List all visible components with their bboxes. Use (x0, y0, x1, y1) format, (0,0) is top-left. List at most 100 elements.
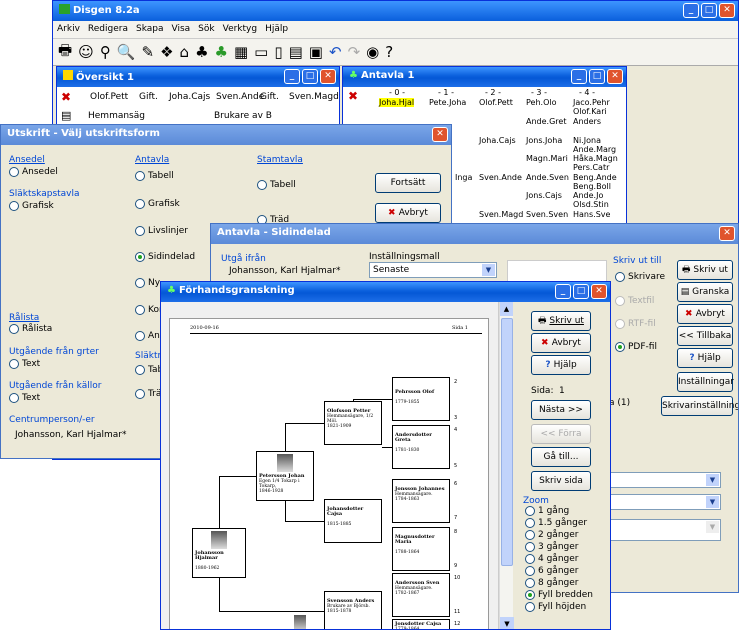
granska-button[interactable]: ▤ Granska (677, 282, 733, 302)
menu-redigera[interactable]: Redigera (88, 24, 128, 35)
avbryt-button[interactable]: ✖ Avbryt (677, 304, 733, 324)
sidindelad-titlebar[interactable]: Antavla - Sidindelad ✕ (211, 224, 738, 244)
zoom-4[interactable]: 4 gånger (525, 554, 578, 564)
maximize-button[interactable]: □ (589, 69, 605, 84)
layout3-icon[interactable]: ▤ (289, 43, 303, 61)
zoom-8[interactable]: 8 gånger (525, 578, 578, 588)
menu-skapa[interactable]: Skapa (136, 24, 164, 35)
person-cell[interactable]: Beng.Ande (573, 173, 617, 182)
person-cell[interactable]: Ni.Jona (573, 136, 601, 145)
minimize-button[interactable]: _ (571, 69, 587, 84)
person-cell[interactable]: Jaco.Pehr (573, 98, 610, 107)
menu-verktyg[interactable]: Verktyg (223, 24, 257, 35)
globe-icon[interactable]: ◉ (366, 43, 379, 61)
person-cell[interactable]: Pers.Catr (573, 163, 609, 172)
option-select[interactable]: ▼ (609, 472, 721, 488)
radio-slaktm-tab[interactable]: Tab (135, 365, 163, 375)
layout1-icon[interactable]: ▭ (254, 43, 268, 61)
person-cell[interactable]: Joha.Hjal (379, 98, 415, 107)
face-icon[interactable]: ☺ (78, 43, 94, 61)
radio-pdf[interactable]: PDF-fil (615, 342, 657, 352)
mall-select[interactable]: Senaste ▼ (369, 262, 497, 278)
oversikt-titlebar[interactable]: Översikt 1 _ □ ✕ (57, 67, 339, 87)
option-select[interactable]: ▼ (609, 494, 721, 510)
menu-visa[interactable]: Visa (172, 24, 191, 35)
hjalp-button[interactable]: ? Hjälp (677, 348, 733, 368)
radio-slaktm-tra[interactable]: Trä (135, 389, 161, 399)
person-box[interactable]: Andersdotter Greta 1781-1830 (392, 425, 450, 469)
person-box[interactable]: Johansdotter Cajsa 1815-1885 (324, 499, 382, 543)
skriv-ut-button[interactable]: 🖶 Skriv ut (531, 311, 591, 331)
close-button[interactable]: ✕ (432, 127, 448, 142)
preview-titlebar[interactable]: ♣ Förhandsgranskning _ □ ✕ (161, 282, 610, 302)
oversikt-cell[interactable]: Hemmansäg (88, 111, 145, 121)
skrivarinstallningar-button[interactable]: Skrivarinställningar (661, 396, 738, 416)
family-icon[interactable]: ♣ (195, 43, 208, 61)
ga-till-button[interactable]: Gå till... (531, 447, 591, 467)
delete-icon[interactable]: ✖ (61, 90, 71, 104)
person-box[interactable]: Svensson Anders Brukare av Björsb. 1815-18… (324, 591, 382, 629)
close-button[interactable]: ✕ (591, 284, 607, 299)
person-box[interactable]: Johansson Hjalmar 1880-1962 (192, 528, 246, 578)
zoom-3[interactable]: 3 gånger (525, 542, 578, 552)
avbryt-button[interactable]: ✖ Avbryt (375, 203, 441, 223)
layout4-icon[interactable]: ▣ (309, 43, 323, 61)
tillbaka-button[interactable]: << Tillbaka (677, 326, 733, 346)
tree-icon[interactable]: ♣ (215, 43, 228, 61)
main-titlebar[interactable]: Disgen 8.2a _ □ ✕ (53, 1, 738, 21)
person-cell[interactable]: Magn.Mari (526, 154, 568, 163)
zoom-fyll-bredden[interactable]: Fyll bredden (525, 590, 593, 600)
avbryt-button[interactable]: ✖ Avbryt (531, 333, 591, 353)
person-cell[interactable]: Olof.Pett (479, 98, 513, 107)
oversikt-cell[interactable]: Olof.Pett (90, 92, 128, 102)
person-box[interactable]: Jonsson Johannes Hemmansägare. 1784-1863 (392, 479, 450, 523)
person-cell[interactable]: Håka.Magn (573, 154, 618, 163)
person-cell[interactable]: Ande.Sven (526, 173, 569, 182)
zoom-1-5[interactable]: 1.5 gånger (525, 518, 587, 528)
skriv-sida-button[interactable]: Skriv sida (531, 471, 591, 491)
oversikt-cell[interactable]: Gift. (139, 92, 158, 102)
person-box[interactable]: Jonsdotter Cajsa 1779-1864 (392, 619, 450, 629)
menu-hjalp[interactable]: Hjälp (265, 24, 288, 35)
radio-grafisk[interactable]: Grafisk (135, 199, 180, 209)
person-box[interactable]: Olofsson Petter Hemmansägare, 1/2 Möl. 182… (324, 401, 382, 445)
redo-icon[interactable]: ↷ (348, 43, 361, 61)
skriv-ut-button[interactable]: 🖶 Skriv ut (677, 260, 733, 280)
option-select-disabled[interactable]: ▼ (609, 519, 721, 541)
oversikt-cell[interactable]: Joha.Cajs (169, 92, 210, 102)
scroll-up-icon[interactable]: ▲ (500, 302, 513, 316)
oversikt-cell[interactable]: Sven.Magd (289, 92, 339, 102)
radio-tabell[interactable]: Tabell (135, 171, 174, 181)
person-cell[interactable]: Jons.Cajs (526, 191, 562, 200)
antavla-titlebar[interactable]: ♣ Antavla 1 _ □ ✕ (343, 67, 626, 87)
delete-icon[interactable]: ✖ (348, 89, 358, 103)
zoom-1[interactable]: 1 gång (525, 506, 569, 516)
calendar-icon[interactable]: ▦ (234, 43, 248, 61)
radio-grafisk[interactable]: Grafisk (9, 201, 54, 211)
radio-ny[interactable]: Ny (135, 278, 160, 288)
book-icon[interactable]: ❖ (160, 43, 173, 61)
radio-stam-tabell[interactable]: Tabell (257, 180, 296, 190)
radio-text[interactable]: Text (9, 359, 40, 369)
person-box[interactable]: Magnusdotter Maria 1788-1864 (392, 527, 450, 571)
radio-sidindelad[interactable]: Sidindelad (135, 252, 195, 262)
person-box[interactable]: Petersson Johan Egen 1/4 Tokarp i Tokarp,… (256, 451, 314, 501)
close-button[interactable]: ✕ (320, 69, 336, 84)
person-cell[interactable]: Ande.Gret (526, 117, 566, 126)
radio-kall-text[interactable]: Text (9, 393, 40, 403)
minimize-button[interactable]: _ (284, 69, 300, 84)
person-cell[interactable]: Olsd.Stin (573, 200, 609, 209)
maximize-button[interactable]: □ (302, 69, 318, 84)
edit-icon[interactable]: ✎ (142, 43, 155, 61)
person-icon[interactable]: ⚲ (100, 43, 111, 61)
radio-rtf[interactable]: RTF-fil (615, 319, 656, 329)
oversikt-cell[interactable]: Brukare av B (214, 111, 272, 121)
zoom-2[interactable]: 2 gånger (525, 530, 578, 540)
radio-skrivare[interactable]: Skrivare (615, 272, 665, 282)
person-cell[interactable]: Ande.Jo (573, 191, 603, 200)
menu-arkiv[interactable]: Arkiv (57, 24, 80, 35)
search-icon[interactable]: 🔍 (117, 43, 136, 61)
person-cell[interactable]: Hans.Sve (573, 210, 610, 219)
forra-button[interactable]: << Förra (531, 424, 591, 444)
person-cell[interactable]: Sven.Magd (479, 210, 523, 219)
